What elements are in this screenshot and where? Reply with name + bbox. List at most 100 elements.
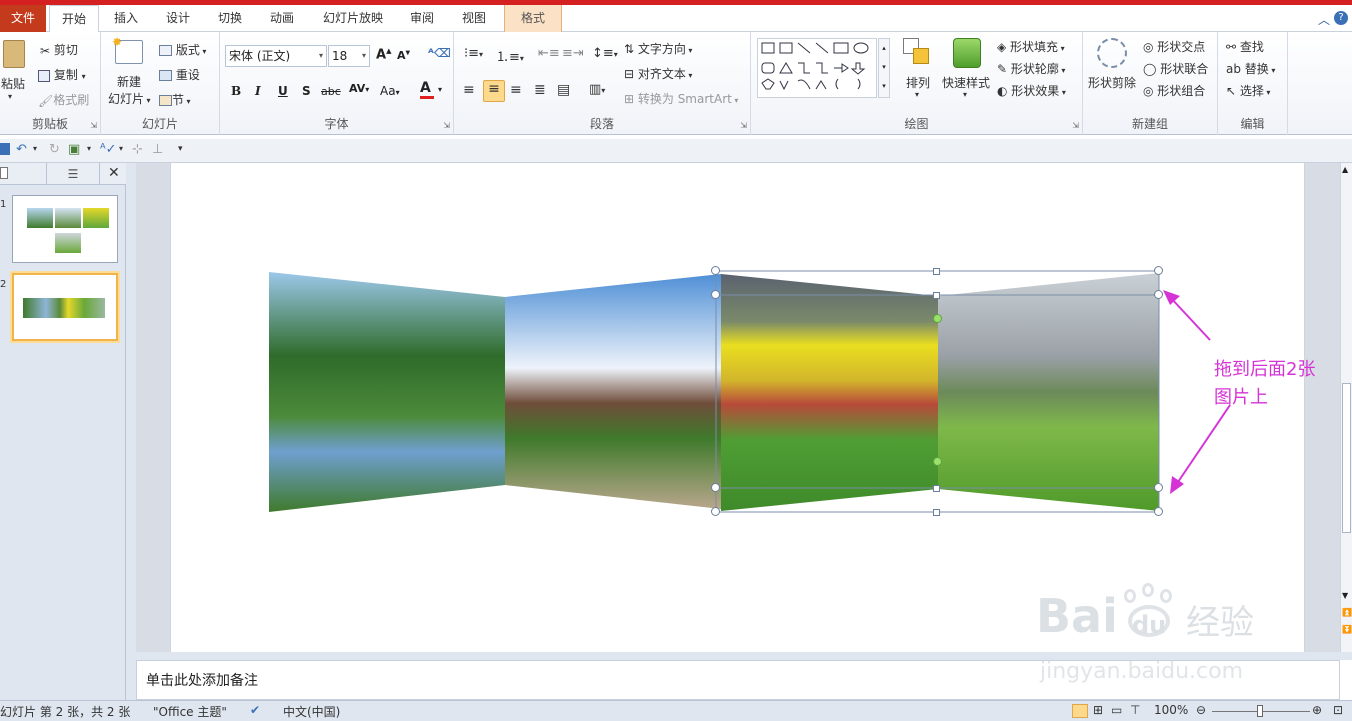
arrange-button[interactable]: 排列 bbox=[906, 74, 930, 91]
scroll-thumb[interactable] bbox=[1342, 383, 1351, 533]
tab-transitions[interactable]: 切换 bbox=[208, 5, 252, 32]
dialog-launcher-icon[interactable]: ⇲ bbox=[443, 121, 450, 130]
zoom-out-icon[interactable]: ⊖ bbox=[1196, 703, 1206, 717]
section-button[interactable]: 节 ▾ bbox=[159, 91, 191, 108]
shape-intersect-button[interactable]: ◎ 形状交点 bbox=[1143, 38, 1205, 55]
shape-union-button[interactable]: ◯ 形状联合 bbox=[1143, 60, 1208, 77]
resize-handle[interactable] bbox=[933, 292, 940, 299]
resize-handle[interactable] bbox=[1154, 290, 1163, 299]
tab-format[interactable]: 格式 bbox=[504, 5, 562, 32]
resize-handle[interactable] bbox=[1154, 266, 1163, 275]
justify-icon[interactable]: ≣ bbox=[534, 82, 546, 98]
change-case-button[interactable]: Aa▾ bbox=[380, 84, 400, 98]
format-painter-button[interactable]: 🖌格式刷 bbox=[38, 91, 89, 108]
dialog-launcher-icon[interactable]: ⇲ bbox=[1072, 121, 1079, 130]
paste-button[interactable]: 粘贴 bbox=[1, 75, 25, 92]
tab-review[interactable]: 审阅 bbox=[400, 5, 444, 32]
resize-handle[interactable] bbox=[711, 266, 720, 275]
customize-qat-icon[interactable]: ▾ bbox=[178, 144, 183, 154]
cut-button[interactable]: ✂ 剪切 bbox=[40, 41, 78, 58]
align-text-button[interactable]: ⊟ 对齐文本 ▾ bbox=[624, 65, 692, 82]
resize-handle[interactable] bbox=[711, 507, 720, 516]
slides-tab-icon[interactable] bbox=[0, 167, 8, 179]
new-slide-label[interactable]: 新建 bbox=[117, 73, 141, 90]
dialog-launcher-icon[interactable]: ⇲ bbox=[90, 121, 97, 130]
splitter[interactable] bbox=[126, 163, 136, 700]
normal-view-icon[interactable] bbox=[1072, 704, 1088, 718]
picture-village-house[interactable] bbox=[505, 274, 721, 509]
scroll-up-icon[interactable]: ▲ bbox=[1342, 165, 1348, 174]
find-button[interactable]: ⚯ 查找 bbox=[1226, 38, 1264, 55]
reset-button[interactable]: 重设 bbox=[159, 66, 200, 83]
tab-home[interactable]: 开始 bbox=[49, 5, 99, 33]
tab-animations[interactable]: 动画 bbox=[260, 5, 304, 32]
font-name-combo[interactable]: 宋体 (正文) ▾ bbox=[225, 45, 327, 67]
shape-outline-button[interactable]: ✎ 形状轮廓 ▾ bbox=[997, 60, 1065, 77]
align-center-icon[interactable]: ≡ bbox=[483, 80, 505, 102]
zoom-slider-thumb[interactable] bbox=[1257, 705, 1263, 717]
text-direction-button[interactable]: ⇅ 文字方向 ▾ bbox=[624, 40, 692, 57]
close-icon[interactable]: ✕ bbox=[108, 165, 120, 181]
convert-smartart-button[interactable]: ⊞ 转换为 SmartArt ▾ bbox=[624, 90, 738, 107]
bold-button[interactable]: B bbox=[231, 84, 241, 98]
tab-slideshow[interactable]: 幻灯片放映 bbox=[313, 5, 393, 32]
replace-button[interactable]: ab 替换 ▾ bbox=[1226, 60, 1275, 77]
spelling-icon[interactable]: ᴬ✓ bbox=[100, 142, 117, 157]
slide-sorter-icon[interactable]: ⊞ bbox=[1093, 703, 1103, 717]
increase-indent-icon[interactable]: ≡⇥ bbox=[562, 46, 584, 61]
align-left-icon[interactable]: ≡ bbox=[463, 82, 475, 98]
grow-font-button[interactable]: A▲ bbox=[376, 47, 391, 62]
gallery-scroll[interactable]: ▴ ▾ ▾ bbox=[878, 38, 890, 98]
help-icon[interactable]: ? bbox=[1334, 11, 1348, 25]
columns-button[interactable]: ▥▾ bbox=[589, 82, 605, 97]
resize-handle[interactable] bbox=[711, 483, 720, 492]
italic-button[interactable]: I bbox=[255, 84, 261, 98]
zoom-in-icon[interactable]: ⊕ bbox=[1312, 703, 1322, 717]
adjust-handle[interactable] bbox=[933, 457, 942, 466]
fit-to-window-icon[interactable]: ⊡ bbox=[1333, 703, 1343, 717]
tab-design[interactable]: 设计 bbox=[156, 5, 200, 32]
font-color-button[interactable]: A bbox=[420, 80, 434, 99]
slideshow-view-icon[interactable]: ⊤ bbox=[1130, 703, 1140, 717]
resize-handle[interactable] bbox=[933, 485, 940, 492]
align-right-icon[interactable]: ≡ bbox=[510, 82, 522, 98]
copy-button[interactable]: 复制 ▾ bbox=[38, 66, 86, 83]
chevron-down-icon[interactable]: ▾ bbox=[438, 85, 442, 94]
shape-combine-button[interactable]: ◎ 形状组合 bbox=[1143, 82, 1205, 99]
select-button[interactable]: ↖ 选择 ▾ bbox=[1226, 82, 1270, 99]
tab-insert[interactable]: 插入 bbox=[104, 5, 148, 32]
chevron-down-icon[interactable]: ▾ bbox=[915, 90, 919, 99]
picture-river-valley[interactable] bbox=[269, 272, 505, 512]
tab-view[interactable]: 视图 bbox=[452, 5, 496, 32]
chevron-down-icon[interactable]: ▾ bbox=[87, 144, 91, 153]
resize-handle[interactable] bbox=[711, 290, 720, 299]
outline-tab-icon[interactable]: ☰ bbox=[46, 163, 100, 185]
notes-placeholder[interactable]: 单击此处添加备注 bbox=[146, 670, 258, 690]
align-icon[interactable]: ⊥ bbox=[152, 142, 163, 157]
crop-icon[interactable]: ⊹ bbox=[132, 142, 143, 157]
slide-thumbnail-2[interactable] bbox=[12, 273, 118, 341]
save-icon[interactable] bbox=[0, 143, 10, 155]
reading-view-icon[interactable]: ▭ bbox=[1111, 703, 1122, 717]
underline-button[interactable]: U bbox=[278, 84, 288, 98]
dialog-launcher-icon[interactable]: ⇲ bbox=[740, 121, 747, 130]
shapes-gallery[interactable] bbox=[757, 38, 877, 98]
clear-formatting-icon[interactable]: ᴬ⌫ bbox=[428, 46, 451, 60]
chevron-down-icon[interactable]: ▾ bbox=[963, 90, 967, 99]
tab-file[interactable]: 文件 bbox=[0, 5, 46, 32]
adjust-handle[interactable] bbox=[933, 314, 942, 323]
picture-rapeseed-field[interactable] bbox=[721, 274, 938, 511]
chevron-down-icon[interactable]: ▾ bbox=[33, 144, 37, 153]
distributed-icon[interactable]: ▤ bbox=[557, 82, 570, 98]
minimize-ribbon-icon[interactable]: ︿ bbox=[1318, 11, 1330, 28]
new-slide-button[interactable]: 幻灯片 ▾ bbox=[108, 90, 151, 107]
slideshow-icon[interactable]: ▣ bbox=[68, 142, 80, 157]
layout-button[interactable]: 版式 ▾ bbox=[159, 41, 206, 58]
shape-cut-button[interactable]: 形状剪除 bbox=[1088, 74, 1136, 91]
resize-handle[interactable] bbox=[933, 268, 940, 275]
resize-handle[interactable] bbox=[933, 509, 940, 516]
line-spacing-button[interactable]: ↕≡▾ bbox=[592, 46, 618, 61]
paste-dropdown-icon[interactable]: ▾ bbox=[8, 92, 12, 101]
bullets-button[interactable]: ⁝≡▾ bbox=[464, 46, 483, 61]
shape-fill-button[interactable]: ◈ 形状填充 ▾ bbox=[997, 38, 1065, 55]
